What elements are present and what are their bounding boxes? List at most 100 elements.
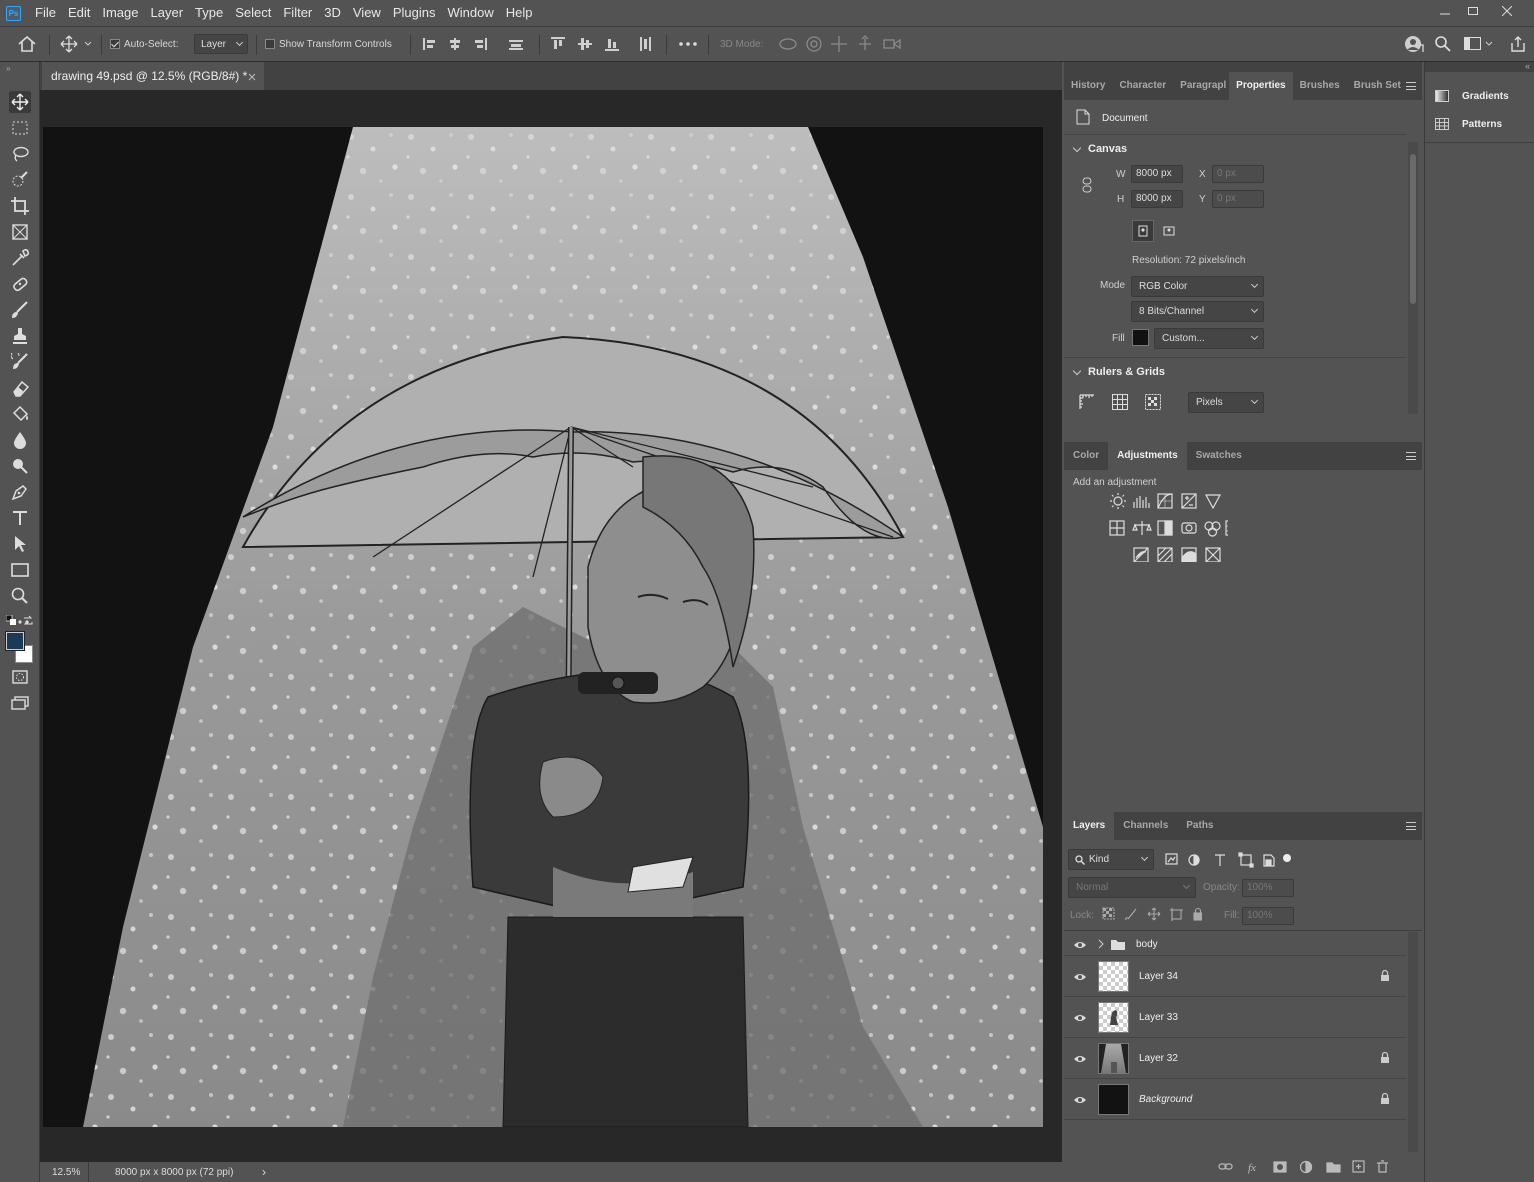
adjustment-icons[interactable] [1108,492,1228,562]
minimize-button[interactable] [1430,0,1460,22]
auto-select-checkbox[interactable]: Auto-Select: [110,27,178,61]
layer-background[interactable]: Background [1064,1079,1406,1120]
fill-dropdown[interactable]: Custom... [1154,328,1264,349]
layer-name[interactable]: Layer 34 [1139,971,1178,982]
dodge-tool[interactable] [9,455,31,477]
canvas-y-field[interactable]: 0 px [1212,190,1264,208]
menu-view[interactable]: View [347,0,387,26]
ruler-toggle-button[interactable] [1078,393,1096,414]
zoom-tool[interactable] [9,585,31,607]
layer-name[interactable]: Background [1139,1094,1192,1105]
layer-name[interactable]: Layer 33 [1139,1012,1178,1023]
blur-tool[interactable] [9,429,31,451]
eyedropper-tool[interactable] [9,247,31,269]
share-button[interactable] [1510,27,1526,61]
healing-brush-tool[interactable] [9,273,31,295]
status-menu-chevron-icon[interactable]: › [262,1165,266,1179]
visibility-eye-icon[interactable] [1073,1054,1087,1064]
zoom-level[interactable]: 12.5% [52,1167,80,1178]
tab-character[interactable]: Character [1112,72,1173,100]
menu-3d[interactable]: 3D [318,0,347,26]
lock-options[interactable] [1102,907,1202,921]
expand-panels-icon[interactable]: « [1525,61,1530,71]
menu-file[interactable]: File [29,0,62,26]
maximize-button[interactable] [1458,0,1488,22]
patterns-panel-button[interactable]: Patterns [1435,114,1502,134]
fill-color-swatch[interactable] [1132,329,1149,346]
canvas-area[interactable] [40,90,1062,1162]
type-tool[interactable] [9,507,31,529]
canvas-section-header[interactable]: Canvas [1072,143,1127,155]
properties-scrollbar[interactable] [1408,142,1418,414]
ruler-units-dropdown[interactable]: Pixels [1188,392,1264,413]
home-button[interactable] [18,27,36,61]
workspace-button[interactable] [1464,27,1494,61]
crop-tool[interactable] [9,195,31,217]
brush-tool[interactable] [9,299,31,321]
search-button[interactable] [1435,27,1451,61]
tab-swatches[interactable]: Swatches [1187,442,1251,470]
show-transform-check-icon[interactable] [265,39,275,49]
portrait-orientation-button[interactable] [1132,220,1154,242]
screen-mode-button[interactable] [9,692,31,714]
share-profile-button[interactable] [1404,27,1424,61]
tab-paths[interactable]: Paths [1177,812,1222,840]
landscape-orientation-button[interactable] [1158,220,1180,242]
link-dimensions-icon[interactable] [1082,177,1092,196]
path-selection-tool[interactable] [9,533,31,555]
color-mode-dropdown[interactable]: RGB Color [1131,276,1264,297]
paint-bucket-tool[interactable] [9,403,31,425]
tab-layers[interactable]: Layers [1064,812,1115,840]
layer-filter-icons[interactable] [1164,852,1294,868]
layer-actions[interactable]: fx [1218,1160,1398,1174]
tab-history[interactable]: History [1064,72,1112,100]
layers-scrollbar[interactable] [1408,932,1418,1152]
tab-channels[interactable]: Channels [1114,812,1177,840]
opacity-field[interactable]: 100% [1242,879,1294,897]
transparency-grid-button[interactable] [1144,393,1162,414]
auto-select-target-dropdown[interactable]: Layer [194,34,248,54]
menu-layer[interactable]: Layer [145,0,190,26]
default-colors-icon[interactable] [5,614,16,628]
layer-33[interactable]: Layer 33 [1064,997,1406,1038]
bit-depth-dropdown[interactable]: 8 Bits/Channel [1131,301,1264,322]
layer-name[interactable]: Layer 32 [1139,1053,1178,1064]
grid-toggle-button[interactable] [1111,393,1129,414]
lasso-tool[interactable] [9,143,31,165]
menu-type[interactable]: Type [189,0,229,26]
close-tab-button[interactable] [248,70,256,84]
close-window-button[interactable] [1492,0,1522,22]
panel-menu-icon[interactable] [1406,82,1416,90]
menu-help[interactable]: Help [500,0,539,26]
tab-brush-settings[interactable]: Brush Set [1347,72,1408,100]
visibility-eye-icon[interactable] [1073,940,1087,950]
frame-tool[interactable] [9,221,31,243]
more-options-button[interactable] [679,27,697,61]
canvas-x-field[interactable]: 0 px [1212,165,1264,183]
menu-select[interactable]: Select [229,0,277,26]
tab-color[interactable]: Color [1064,442,1108,470]
eraser-tool[interactable] [9,377,31,399]
gradients-panel-button[interactable]: Gradients [1435,86,1509,106]
canvas-height-field[interactable]: 8000 px [1131,190,1183,208]
layer-name[interactable]: body [1136,939,1158,950]
panel-menu-icon[interactable] [1406,452,1416,460]
collapse-toolbar-icon[interactable]: » [6,64,10,73]
tab-brushes[interactable]: Brushes [1293,72,1347,100]
canvas-width-field[interactable]: 8000 px [1131,165,1183,183]
rulers-grids-section-header[interactable]: Rulers & Grids [1072,366,1165,378]
layer-group-body[interactable]: body [1064,933,1406,956]
show-transform-controls-checkbox[interactable]: Show Transform Controls [265,27,392,61]
clone-stamp-tool[interactable] [9,325,31,347]
foreground-color-swatch[interactable] [5,631,25,651]
marquee-tool[interactable] [9,117,31,139]
menu-image[interactable]: Image [96,0,144,26]
move-tool-preset[interactable] [60,27,92,61]
move-tool[interactable] [9,91,31,113]
tab-adjustments[interactable]: Adjustments [1108,442,1187,470]
blend-mode-dropdown[interactable]: Normal [1068,877,1196,898]
quick-selection-tool[interactable] [9,169,31,191]
history-brush-tool[interactable] [9,351,31,373]
menu-plugins[interactable]: Plugins [387,0,442,26]
visibility-eye-icon[interactable] [1073,972,1087,982]
